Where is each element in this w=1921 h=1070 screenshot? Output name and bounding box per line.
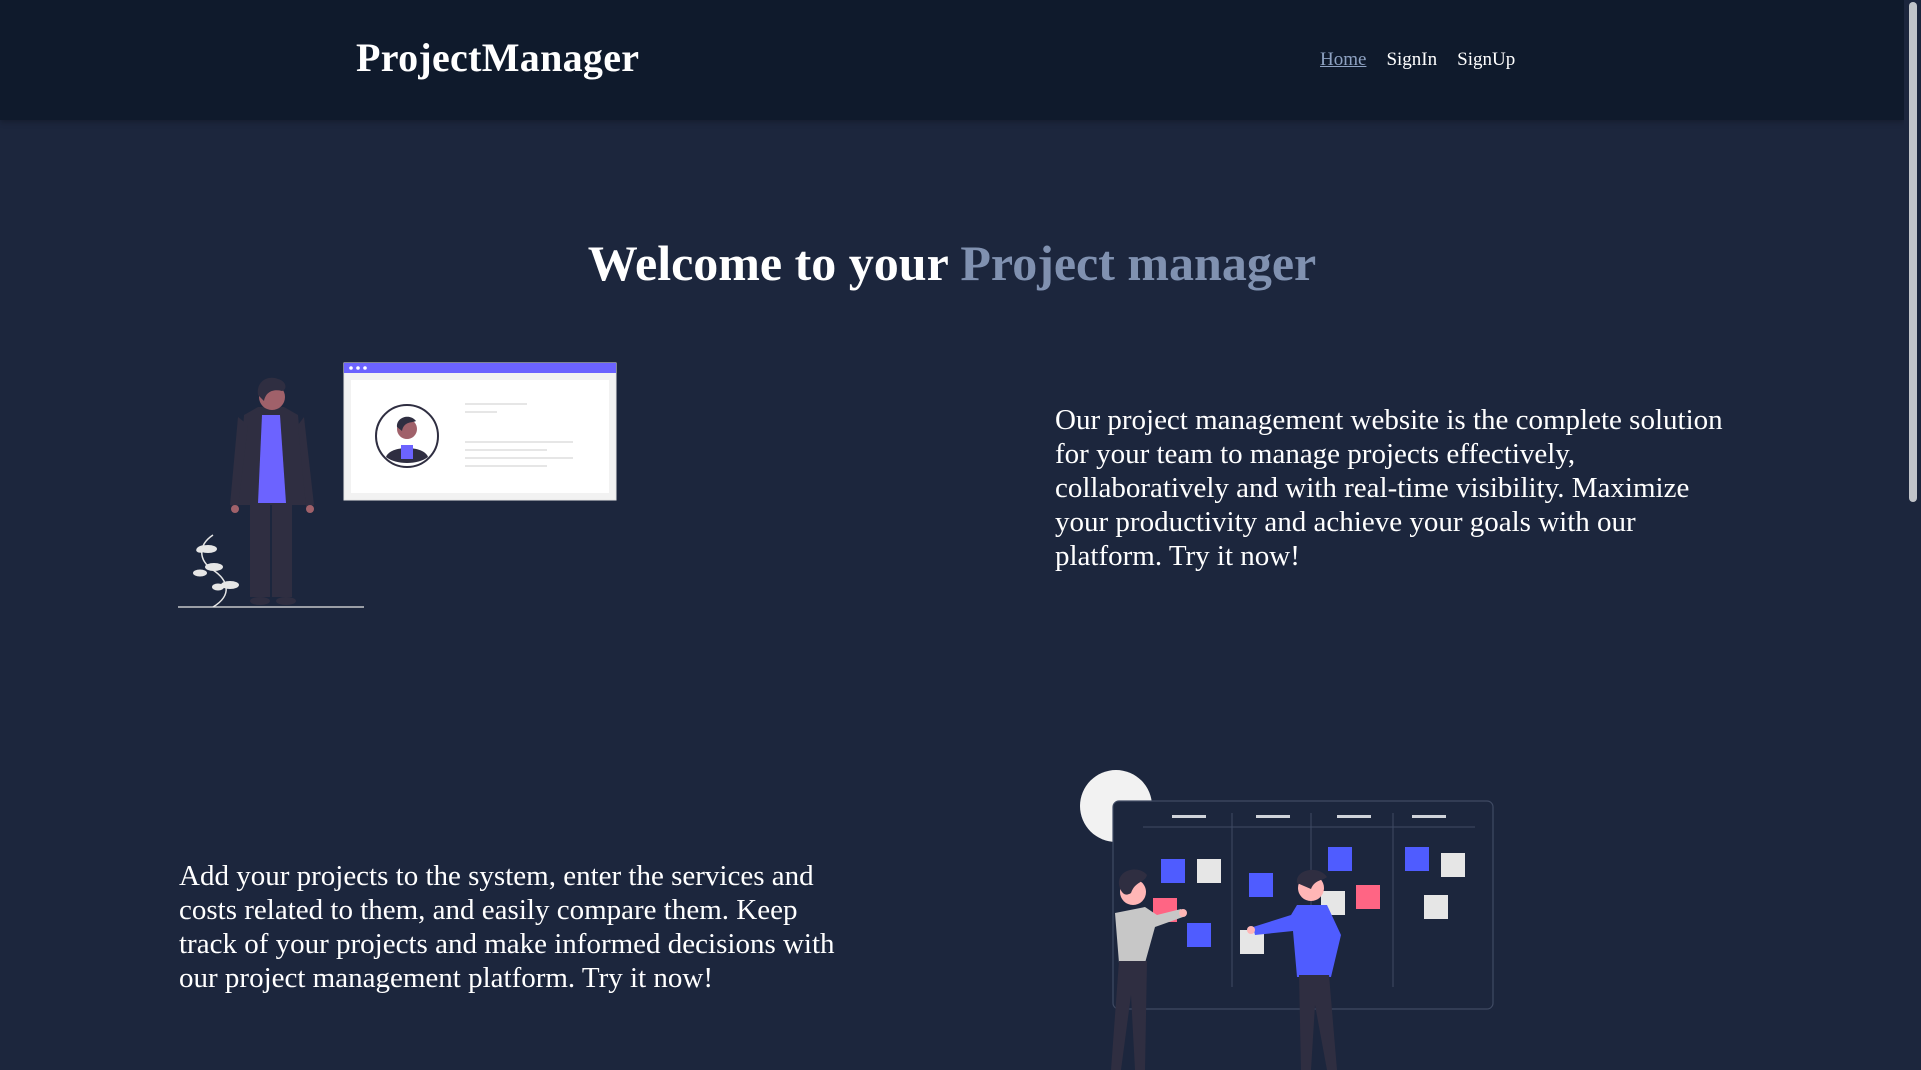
brand-logo[interactable]: ProjectManager [356, 34, 639, 81]
hero-title-accent: Project manager [960, 234, 1317, 291]
profile-illustration [178, 362, 617, 608]
section-1-text: Our project management website is the co… [1055, 404, 1723, 572]
kanban-board-illustration [1080, 770, 1494, 1070]
nav-links: Home SignIn SignUp [1320, 49, 1515, 71]
scrollbar[interactable] [1904, 0, 1921, 1070]
hero-title: Welcome to your Project manager [0, 234, 1904, 292]
nav-link-signin[interactable]: SignIn [1386, 49, 1437, 71]
nav-link-home[interactable]: Home [1320, 49, 1366, 71]
page: ProjectManager Home SignIn SignUp Welcom… [0, 0, 1921, 1070]
scrollbar-thumb[interactable] [1909, 2, 1917, 502]
hero-title-prefix: Welcome to your [587, 234, 948, 291]
navbar: ProjectManager Home SignIn SignUp [0, 0, 1904, 120]
nav-link-signup[interactable]: SignUp [1457, 49, 1515, 71]
section-2-text: Add your projects to the system, enter t… [179, 860, 835, 994]
